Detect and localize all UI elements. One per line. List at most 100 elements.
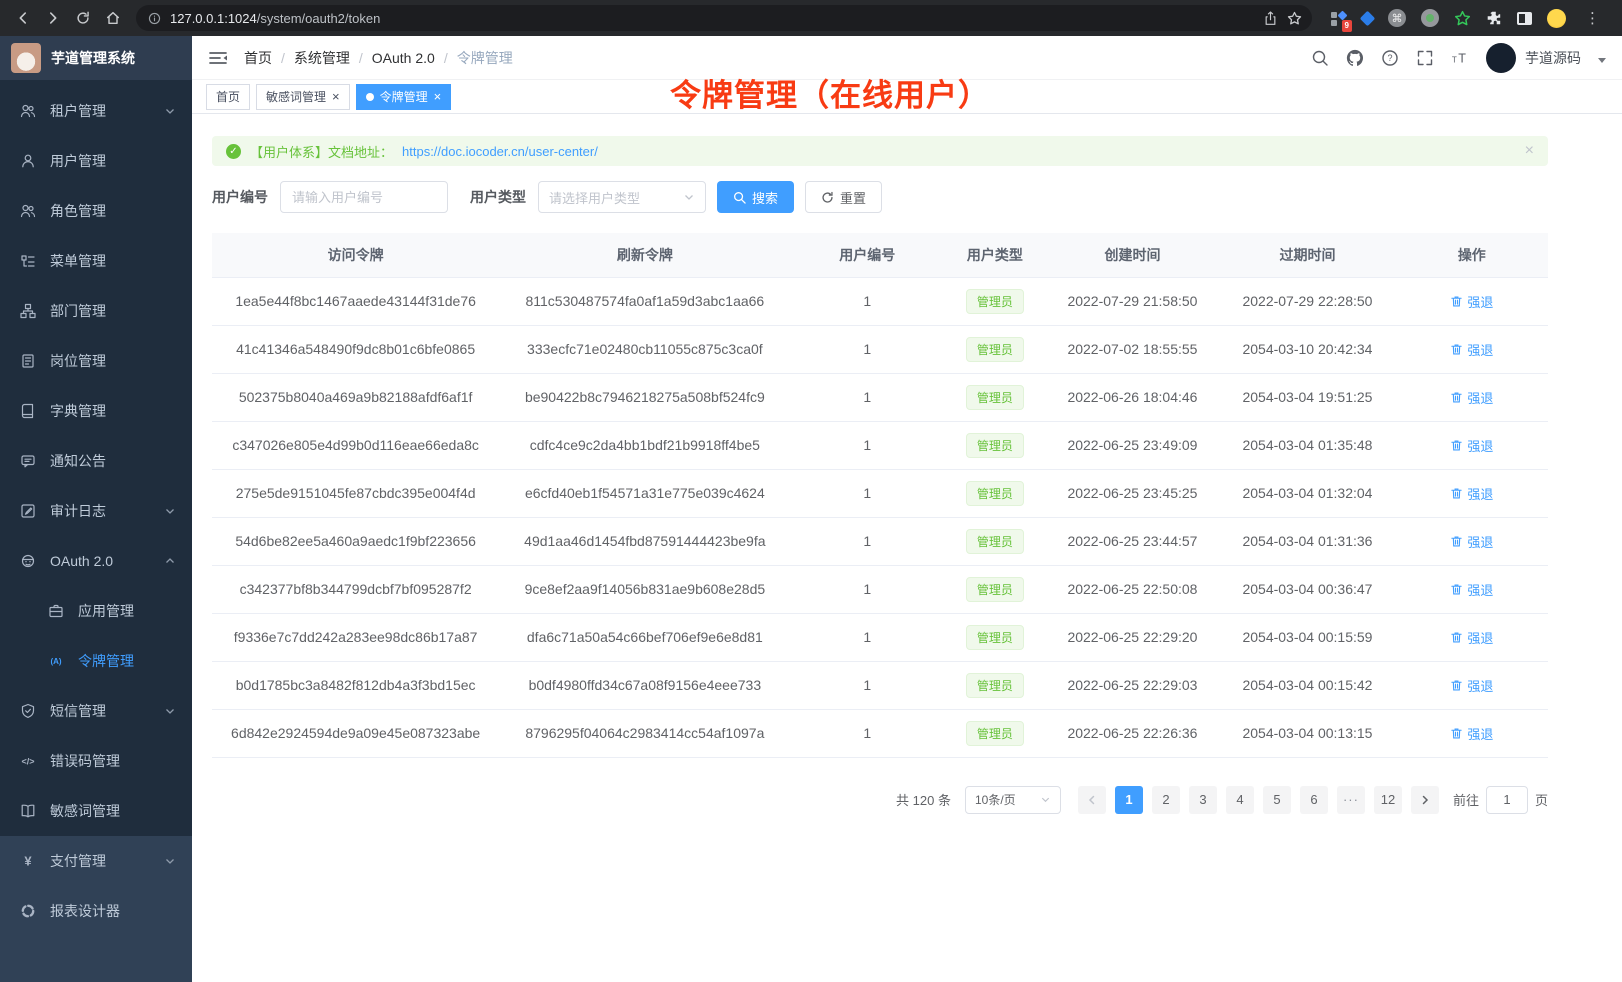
- tags-bar: 首页 敏感词管理 × 令牌管理 ×: [192, 80, 1622, 114]
- recorder-extension-icon[interactable]: [1421, 9, 1439, 27]
- force-logout-button[interactable]: 强退: [1450, 340, 1493, 359]
- sidebar-item-dict[interactable]: 字典管理: [0, 386, 192, 436]
- sidebar-item-dept[interactable]: 部门管理: [0, 286, 192, 336]
- back-icon[interactable]: [8, 3, 38, 33]
- side-panel-icon[interactable]: [1517, 12, 1532, 25]
- user-menu-caret-icon[interactable]: [1598, 58, 1606, 63]
- refresh-token-cell: be90422b8c7946218275a508bf524fc9: [499, 373, 790, 421]
- tab-label: 首页: [216, 88, 240, 105]
- sidebar-item-report[interactable]: 报表设计器: [0, 886, 192, 936]
- top-navbar: 首页/系统管理/OAuth 2.0/令牌管理 ? TT 芋道源码: [192, 36, 1622, 80]
- fullscreen-icon[interactable]: [1416, 49, 1434, 67]
- sidebar-item-post[interactable]: 岗位管理: [0, 336, 192, 386]
- gem-extension-icon[interactable]: [1360, 10, 1376, 26]
- github-icon[interactable]: [1346, 49, 1364, 67]
- page-size-select[interactable]: 10条/页: [965, 786, 1061, 814]
- page-button-5[interactable]: 5: [1263, 786, 1291, 814]
- refresh-token-cell: 49d1aa46d1454fbd87591444423be9fa: [499, 517, 790, 565]
- alert-close-icon[interactable]: ×: [1525, 142, 1534, 160]
- action-cell: 强退: [1396, 661, 1548, 709]
- grid-extension-icon[interactable]: 9: [1330, 10, 1347, 27]
- page-button-2[interactable]: 2: [1152, 786, 1180, 814]
- force-logout-button[interactable]: 强退: [1450, 628, 1493, 647]
- browser-menu-icon[interactable]: ⋮: [1581, 9, 1604, 27]
- menu-icon: [20, 253, 36, 269]
- user-id-cell: 1: [790, 373, 944, 421]
- page-button-4[interactable]: 4: [1226, 786, 1254, 814]
- page-button-12[interactable]: 12: [1374, 786, 1402, 814]
- user-avatar[interactable]: [1486, 43, 1516, 73]
- breadcrumb-item[interactable]: 首页: [244, 48, 272, 68]
- username[interactable]: 芋道源码: [1525, 48, 1581, 68]
- user-id-input[interactable]: [280, 181, 448, 213]
- help-icon[interactable]: ?: [1381, 49, 1399, 67]
- page-button-6[interactable]: 6: [1300, 786, 1328, 814]
- share-icon[interactable]: [1263, 11, 1278, 26]
- close-icon[interactable]: ×: [332, 90, 340, 103]
- site-info-icon[interactable]: [148, 12, 161, 25]
- sidebar-item-application[interactable]: 应用管理: [0, 586, 192, 636]
- force-logout-button[interactable]: 强退: [1450, 388, 1493, 407]
- force-logout-button[interactable]: 强退: [1450, 292, 1493, 311]
- sidebar-item-role[interactable]: 角色管理: [0, 186, 192, 236]
- doc-link[interactable]: https://doc.iocoder.cn/user-center/: [402, 144, 598, 159]
- user-type-select[interactable]: 请选择用户类型: [538, 181, 706, 213]
- sidebar-item-oauth[interactable]: OAuth 2.0: [0, 536, 192, 586]
- dept-icon: [20, 303, 36, 319]
- search-icon[interactable]: [1311, 49, 1329, 67]
- tab[interactable]: 首页: [206, 84, 250, 110]
- sidebar-collapse-icon[interactable]: [208, 49, 228, 67]
- sidebar-item-errorcode[interactable]: </> 错误码管理: [0, 736, 192, 786]
- profile-avatar[interactable]: [1547, 9, 1566, 28]
- force-logout-button[interactable]: 强退: [1450, 436, 1493, 455]
- created-time-cell: 2022-06-26 18:04:46: [1046, 373, 1220, 421]
- bookmark-star-icon[interactable]: [1287, 11, 1302, 26]
- sidebar-item-menu[interactable]: 菜单管理: [0, 236, 192, 286]
- font-size-icon[interactable]: TT: [1451, 49, 1469, 67]
- sidebar-item-token[interactable]: (A) 令牌管理: [0, 636, 192, 686]
- sidebar-item-audit[interactable]: 审计日志: [0, 486, 192, 536]
- breadcrumb-item[interactable]: 系统管理: [294, 48, 350, 68]
- address-bar[interactable]: 127.0.0.1:1024/system/oauth2/token: [136, 5, 1312, 31]
- sidebar-item-user[interactable]: 用户管理: [0, 136, 192, 186]
- reset-button[interactable]: 重置: [805, 181, 882, 213]
- tab[interactable]: 令牌管理 ×: [356, 84, 452, 110]
- url-host: 127.0.0.1:1024: [170, 11, 257, 26]
- svg-text:(A): (A): [50, 657, 61, 666]
- breadcrumb: 首页/系统管理/OAuth 2.0/令牌管理: [244, 48, 513, 68]
- force-logout-button[interactable]: 强退: [1450, 580, 1493, 599]
- reset-button-label: 重置: [840, 188, 866, 207]
- sidebar-item-sms[interactable]: 短信管理: [0, 686, 192, 736]
- breadcrumb-item[interactable]: OAuth 2.0: [372, 50, 435, 66]
- sidebar-item-tenant[interactable]: 租户管理: [0, 86, 192, 136]
- force-logout-button[interactable]: 强退: [1450, 676, 1493, 695]
- goto-page-input[interactable]: [1486, 786, 1528, 814]
- action-cell: 强退: [1396, 373, 1548, 421]
- search-button[interactable]: 搜索: [717, 181, 794, 213]
- user-type-badge: 管理员: [966, 337, 1024, 362]
- page-ellipsis[interactable]: ···: [1337, 786, 1365, 814]
- green-star-extension-icon[interactable]: [1454, 10, 1471, 27]
- extensions-puzzle-icon[interactable]: [1486, 10, 1502, 26]
- sidebar-item-pay[interactable]: ¥ 支付管理: [0, 836, 192, 886]
- close-icon[interactable]: ×: [434, 90, 442, 103]
- sidebar-item-notice[interactable]: 通知公告: [0, 436, 192, 486]
- reload-icon[interactable]: [68, 3, 98, 33]
- command-extension-icon[interactable]: ⌘: [1388, 9, 1406, 27]
- force-logout-button[interactable]: 强退: [1450, 724, 1493, 743]
- force-logout-button[interactable]: 强退: [1450, 532, 1493, 551]
- tab[interactable]: 敏感词管理 ×: [256, 84, 350, 110]
- sidebar-item-label: OAuth 2.0: [50, 553, 113, 569]
- chevron-icon: [164, 105, 176, 117]
- app-logo[interactable]: 芋道管理系统: [0, 36, 192, 80]
- forward-icon[interactable]: [38, 3, 68, 33]
- home-icon[interactable]: [98, 3, 128, 33]
- next-page-button[interactable]: [1411, 786, 1439, 814]
- sidebar-item-label: 审计日志: [50, 501, 106, 521]
- page-button-3[interactable]: 3: [1189, 786, 1217, 814]
- page-button-1[interactable]: 1: [1115, 786, 1143, 814]
- force-logout-button[interactable]: 强退: [1450, 484, 1493, 503]
- prev-page-button[interactable]: [1078, 786, 1106, 814]
- sidebar-item-sensitive[interactable]: 敏感词管理: [0, 786, 192, 836]
- expires-time-cell: 2054-03-04 00:15:42: [1219, 661, 1395, 709]
